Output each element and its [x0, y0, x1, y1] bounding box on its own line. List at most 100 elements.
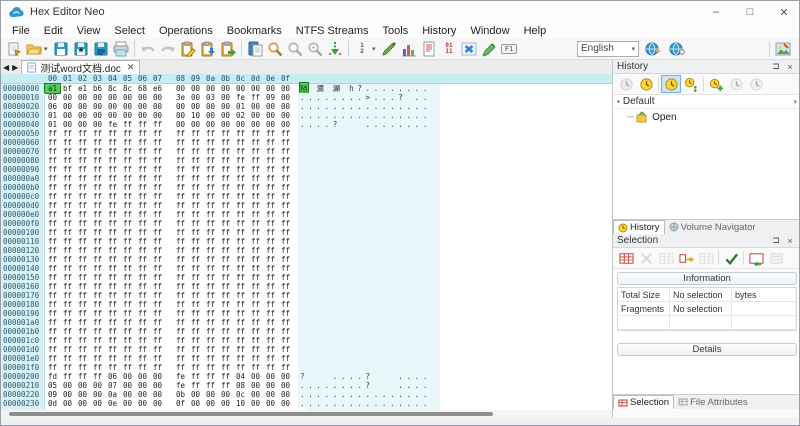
- hex-byte[interactable]: ff: [173, 147, 188, 156]
- ascii-char[interactable]: .: [349, 93, 357, 102]
- hex-byte[interactable]: ff: [150, 156, 165, 165]
- hex-byte[interactable]: 8c: [120, 84, 135, 93]
- hex-byte[interactable]: ff: [135, 300, 150, 309]
- ascii-char[interactable]: .: [406, 390, 414, 399]
- ascii-char[interactable]: .: [382, 93, 390, 102]
- ascii-char[interactable]: .: [316, 111, 324, 120]
- ascii-char[interactable]: .: [415, 390, 423, 399]
- hex-byte[interactable]: 00: [263, 381, 278, 390]
- ascii-char[interactable]: .: [308, 399, 316, 408]
- hex-byte[interactable]: 00: [135, 111, 150, 120]
- hex-byte[interactable]: ff: [135, 345, 150, 354]
- find-all-icon[interactable]: [305, 40, 325, 58]
- hex-byte[interactable]: ff: [120, 174, 135, 183]
- history-open-item[interactable]: ─ Open: [613, 109, 799, 125]
- close-button[interactable]: ✕: [767, 1, 799, 23]
- hex-byte[interactable]: ff: [135, 264, 150, 273]
- hex-byte[interactable]: 06: [45, 102, 60, 111]
- hex-byte[interactable]: ff: [248, 237, 263, 246]
- hex-byte[interactable]: ff: [248, 327, 263, 336]
- hex-byte[interactable]: ff: [60, 219, 75, 228]
- hex-byte[interactable]: 00: [248, 102, 263, 111]
- hex-byte[interactable]: 00: [60, 102, 75, 111]
- hex-byte[interactable]: ff: [263, 255, 278, 264]
- hex-byte[interactable]: ff: [75, 372, 90, 381]
- hex-byte[interactable]: fe: [233, 93, 248, 102]
- hex-byte[interactable]: ff: [263, 156, 278, 165]
- hex-byte[interactable]: ff: [135, 147, 150, 156]
- hex-byte[interactable]: 0f: [173, 399, 188, 408]
- hex-byte[interactable]: ff: [188, 372, 203, 381]
- hex-byte[interactable]: ff: [90, 174, 105, 183]
- ascii-char[interactable]: [374, 381, 382, 390]
- hex-byte[interactable]: ff: [135, 174, 150, 183]
- hex-byte[interactable]: ff: [60, 228, 75, 237]
- hex-byte[interactable]: ff: [203, 246, 218, 255]
- hex-byte[interactable]: 00: [105, 111, 120, 120]
- hex-byte[interactable]: ff: [120, 246, 135, 255]
- ascii-char[interactable]: .: [398, 102, 406, 111]
- hex-byte[interactable]: ff: [90, 255, 105, 264]
- hex-byte[interactable]: 8c: [105, 84, 120, 93]
- hex-byte[interactable]: ff: [203, 147, 218, 156]
- hex-byte[interactable]: ff: [233, 174, 248, 183]
- history-clear-icon[interactable]: [726, 75, 746, 93]
- hex-byte[interactable]: 00: [120, 399, 135, 408]
- hex-byte[interactable]: ff: [248, 246, 263, 255]
- hex-byte[interactable]: ff: [248, 309, 263, 318]
- hex-byte[interactable]: ff: [278, 336, 293, 345]
- hex-byte[interactable]: ff: [45, 138, 60, 147]
- hex-byte[interactable]: 00: [248, 399, 263, 408]
- hex-byte[interactable]: ff: [263, 336, 278, 345]
- hex-byte[interactable]: ff: [203, 300, 218, 309]
- hex-byte[interactable]: ff: [45, 291, 60, 300]
- hex-byte[interactable]: ff: [60, 165, 75, 174]
- hex-byte[interactable]: ff: [75, 219, 90, 228]
- hex-byte[interactable]: 00: [90, 390, 105, 399]
- hex-byte[interactable]: ff: [263, 354, 278, 363]
- hex-byte[interactable]: 00: [263, 111, 278, 120]
- ascii-char[interactable]: .: [415, 381, 423, 390]
- hex-byte[interactable]: ff: [105, 318, 120, 327]
- hex-byte[interactable]: ff: [45, 237, 60, 246]
- ascii-char[interactable]: [390, 372, 398, 381]
- hex-byte[interactable]: 0a: [105, 390, 120, 399]
- hex-byte[interactable]: ff: [173, 300, 188, 309]
- hex-byte[interactable]: ff: [173, 201, 188, 210]
- hex-byte[interactable]: ff: [233, 336, 248, 345]
- hex-byte[interactable]: ff: [150, 336, 165, 345]
- hex-byte[interactable]: ff: [120, 201, 135, 210]
- hex-byte[interactable]: 00: [135, 390, 150, 399]
- hex-byte[interactable]: 00: [135, 399, 150, 408]
- hex-byte[interactable]: ff: [75, 309, 90, 318]
- hex-byte[interactable]: 00: [150, 372, 165, 381]
- ascii-char[interactable]: .: [390, 390, 398, 399]
- hex-byte[interactable]: ff: [90, 138, 105, 147]
- ascii-char[interactable]: [308, 372, 316, 381]
- hex-byte[interactable]: ff: [150, 201, 165, 210]
- hex-byte[interactable]: ff: [150, 138, 165, 147]
- clipboard-paste-icon[interactable]: [198, 40, 218, 58]
- hex-byte[interactable]: ff: [60, 246, 75, 255]
- hex-byte[interactable]: ff: [105, 138, 120, 147]
- ascii-char[interactable]: .: [357, 102, 365, 111]
- hex-byte[interactable]: ff: [45, 228, 60, 237]
- hex-byte[interactable]: ff: [75, 201, 90, 210]
- hex-byte[interactable]: ff: [188, 201, 203, 210]
- hex-byte[interactable]: 08: [233, 381, 248, 390]
- ascii-char[interactable]: .: [382, 399, 390, 408]
- hex-byte[interactable]: ff: [135, 327, 150, 336]
- hex-byte[interactable]: ff: [218, 255, 233, 264]
- hex-byte[interactable]: ff: [75, 156, 90, 165]
- hex-byte[interactable]: 00: [173, 84, 188, 93]
- hex-byte[interactable]: ff: [90, 300, 105, 309]
- selection-close-icon[interactable]: ×: [783, 236, 797, 246]
- hex-byte[interactable]: ff: [173, 318, 188, 327]
- hex-byte[interactable]: ff: [135, 210, 150, 219]
- ascii-char[interactable]: .: [300, 381, 308, 390]
- hex-byte[interactable]: ff: [188, 246, 203, 255]
- hex-byte[interactable]: ff: [278, 318, 293, 327]
- hex-byte[interactable]: ff: [248, 354, 263, 363]
- hex-byte[interactable]: ff: [233, 345, 248, 354]
- help-f1-icon[interactable]: F1: [499, 40, 519, 58]
